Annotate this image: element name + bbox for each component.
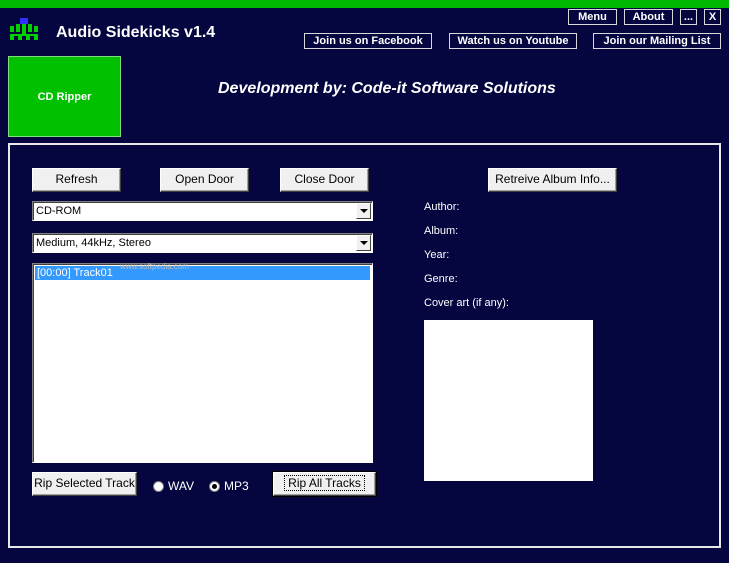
- youtube-link-button[interactable]: Watch us on Youtube: [449, 33, 577, 49]
- mailing-list-button[interactable]: Join our Mailing List: [593, 33, 721, 49]
- top-accent-strip: [0, 0, 729, 8]
- tab-cd-ripper[interactable]: CD Ripper: [8, 56, 121, 137]
- minimize-button[interactable]: ...: [680, 9, 697, 25]
- app-logo-icon: [10, 18, 38, 40]
- menu-button[interactable]: Menu: [568, 9, 617, 25]
- tab-cd-ripper-label: CD Ripper: [37, 90, 92, 103]
- format-mp3-option[interactable]: MP3: [209, 479, 249, 493]
- about-button[interactable]: About: [624, 9, 673, 25]
- format-wav-option[interactable]: WAV: [153, 479, 194, 493]
- drive-select-value: CD-ROM: [36, 205, 82, 217]
- radio-mp3[interactable]: [209, 480, 220, 492]
- refresh-button[interactable]: Refresh: [32, 168, 121, 192]
- rip-all-tracks-button[interactable]: Rip All Tracks: [272, 471, 377, 497]
- drive-select[interactable]: CD-ROM: [32, 201, 373, 221]
- close-door-button[interactable]: Close Door: [280, 168, 369, 192]
- chevron-down-icon[interactable]: [356, 235, 371, 251]
- format-wav-label: WAV: [168, 479, 194, 493]
- cover-art-label: Cover art (if any):: [424, 297, 509, 309]
- app-title: Audio Sidekicks v1.4: [56, 24, 216, 41]
- chevron-down-icon[interactable]: [356, 203, 371, 219]
- author-label: Author:: [424, 201, 460, 213]
- album-label: Album:: [424, 225, 459, 237]
- quality-select[interactable]: Medium, 44kHz, Stereo: [32, 233, 373, 253]
- developer-banner: Development by: Code-it Software Solutio…: [218, 80, 556, 97]
- quality-select-value: Medium, 44kHz, Stereo: [36, 237, 151, 249]
- list-item[interactable]: [00:00] Track01: [35, 266, 370, 280]
- cover-art-image: [424, 320, 593, 481]
- genre-label: Genre:: [424, 273, 458, 285]
- year-label: Year:: [424, 249, 450, 261]
- facebook-link-button[interactable]: Join us on Facebook: [304, 33, 432, 49]
- track-list[interactable]: [00:00] Track01: [32, 263, 373, 463]
- open-door-button[interactable]: Open Door: [160, 168, 249, 192]
- rip-selected-track-button[interactable]: Rip Selected Track: [32, 472, 137, 496]
- format-mp3-label: MP3: [224, 479, 249, 493]
- watermark: www.softpedia.com: [120, 262, 189, 271]
- rip-all-tracks-label: Rip All Tracks: [284, 475, 365, 491]
- retrieve-album-info-button[interactable]: Retreive Album Info...: [488, 168, 617, 192]
- radio-wav[interactable]: [153, 480, 164, 492]
- close-button[interactable]: X: [704, 9, 721, 25]
